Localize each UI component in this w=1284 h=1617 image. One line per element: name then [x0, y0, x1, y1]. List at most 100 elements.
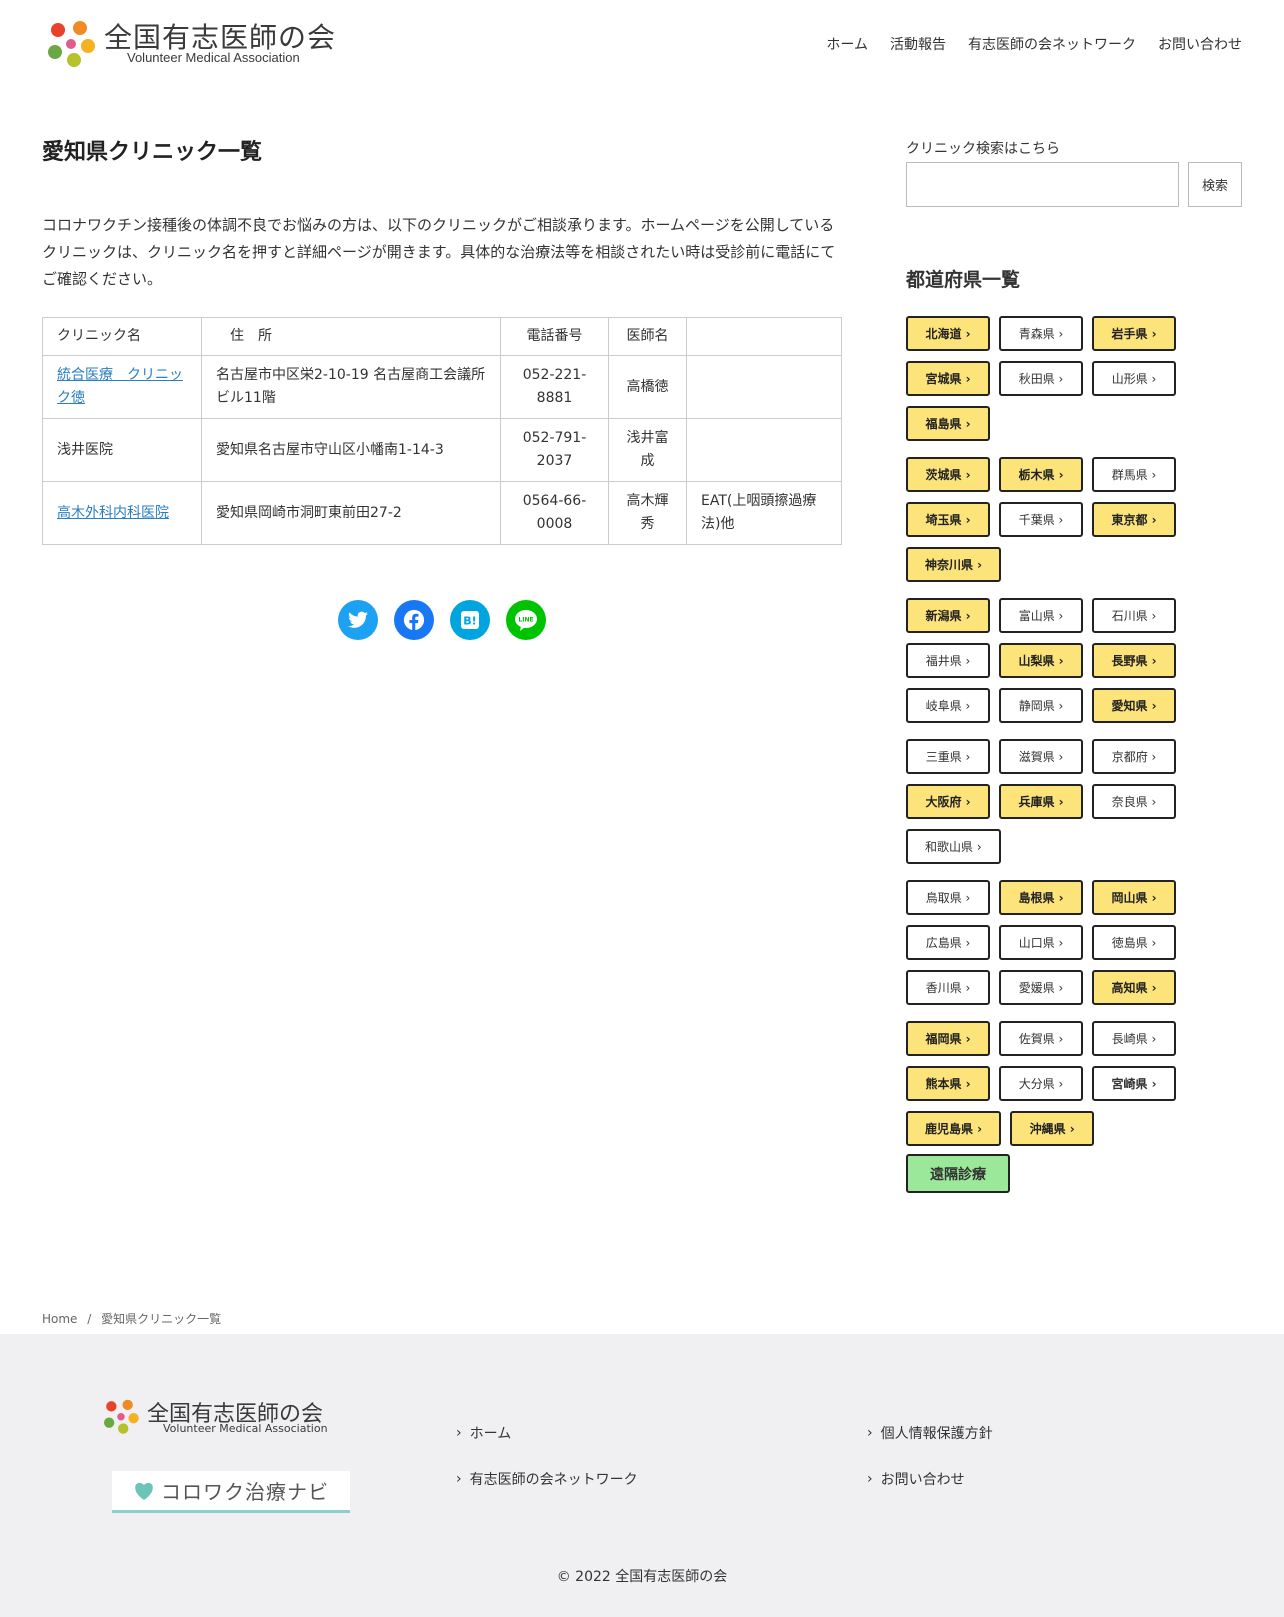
prefecture-button[interactable]: 新潟県 ›: [906, 598, 990, 633]
prefecture-button[interactable]: 愛知県 ›: [1092, 688, 1176, 723]
clinic-address-cell: 愛知県岡崎市洞町東前田27-2: [201, 481, 501, 545]
prefecture-button[interactable]: 岩手県 ›: [1092, 316, 1176, 351]
prefecture-button[interactable]: 熊本県 ›: [906, 1066, 990, 1101]
remote-consultation-button[interactable]: 遠隔診療: [906, 1154, 1010, 1193]
prefecture-button[interactable]: 宮城県 ›: [906, 361, 990, 396]
prefecture-button[interactable]: 北海道 ›: [906, 316, 990, 351]
prefecture-button[interactable]: 山梨県 ›: [999, 643, 1083, 678]
prefecture-button[interactable]: 和歌山県 ›: [906, 829, 1001, 864]
line-share-button[interactable]: LINE: [506, 600, 546, 640]
prefecture-button[interactable]: 青森県 ›: [999, 316, 1083, 351]
nav-item-home[interactable]: ホーム: [826, 34, 868, 54]
prefecture-button[interactable]: 山口県 ›: [999, 925, 1083, 960]
prefecture-button[interactable]: 山形県 ›: [1092, 361, 1176, 396]
nav-item-reports[interactable]: 活動報告: [890, 34, 946, 54]
prefecture-button[interactable]: 大阪府 ›: [906, 784, 990, 819]
prefecture-button[interactable]: 高知県 ›: [1092, 970, 1176, 1005]
twitter-share-button[interactable]: [338, 600, 378, 640]
prefecture-list: 北海道 › 青森県 › 岩手県 › 宮城県 › 秋田県 › 山形県 › 福島県 › 茨城県 ›…: [906, 316, 1242, 1193]
prefecture-button[interactable]: 静岡県 ›: [999, 688, 1083, 723]
prefecture-button[interactable]: 福島県 ›: [906, 406, 990, 441]
prefecture-button[interactable]: 大分県 ›: [999, 1066, 1083, 1101]
clinic-name-cell: 統合医療 クリニック徳: [42, 355, 202, 419]
prefecture-button[interactable]: 福井県 ›: [906, 643, 990, 678]
prefecture-button[interactable]: 香川県 ›: [906, 970, 990, 1005]
footer-link-network[interactable]: › 有志医師の会ネットワーク: [456, 1469, 638, 1489]
facebook-share-button[interactable]: [394, 600, 434, 640]
prefecture-button[interactable]: 宮崎県 ›: [1092, 1066, 1176, 1101]
prefecture-button[interactable]: 埼玉県 ›: [906, 502, 990, 537]
footer-logo[interactable]: 全国有志医師の会 Volunteer Medical Association: [101, 1396, 341, 1438]
footer-link-contact[interactable]: › お問い合わせ: [867, 1469, 965, 1489]
footer-link-home[interactable]: › ホーム: [456, 1423, 511, 1443]
breadcrumb-separator: /: [87, 1312, 92, 1326]
footer-link-label: 有志医師の会ネットワーク: [469, 1472, 638, 1488]
prefecture-button[interactable]: 滋賀県 ›: [999, 739, 1083, 774]
prefecture-button[interactable]: 茨城県 ›: [906, 457, 990, 492]
table-header-row: クリニック名 住 所 電話番号 医師名: [42, 317, 842, 356]
prefecture-button[interactable]: 京都府 ›: [1092, 739, 1176, 774]
chevron-right-icon: ›: [867, 1471, 873, 1487]
clinic-address-cell: 愛知県名古屋市守山区小幡南1-14-3: [201, 418, 501, 482]
svg-text:LINE: LINE: [518, 617, 533, 624]
footer-link-label: お問い合わせ: [880, 1472, 965, 1488]
prefecture-button[interactable]: 岐阜県 ›: [906, 688, 990, 723]
prefecture-button[interactable]: 神奈川県 ›: [906, 547, 1002, 582]
prefecture-group: 三重県 › 滋賀県 › 京都府 › 大阪府 › 兵庫県 › 奈良県 › 和歌山県 ›: [906, 739, 1186, 864]
prefecture-button[interactable]: 奈良県 ›: [1092, 784, 1176, 819]
prefecture-button[interactable]: 佐賀県 ›: [999, 1021, 1083, 1056]
prefecture-button[interactable]: 東京都 ›: [1092, 502, 1176, 537]
prefecture-button[interactable]: 長崎県 ›: [1092, 1021, 1176, 1056]
clinic-link[interactable]: 高木外科内科医院: [57, 505, 169, 521]
breadcrumb: Home / 愛知県クリニック一覧: [42, 1310, 227, 1327]
nav-item-network[interactable]: 有志医師の会ネットワーク: [968, 34, 1136, 54]
prefecture-button[interactable]: 群馬県 ›: [1092, 457, 1176, 492]
prefecture-button[interactable]: 沖縄県 ›: [1010, 1111, 1095, 1146]
hatena-share-button[interactable]: B!: [450, 600, 490, 640]
prefecture-button[interactable]: 徳島県 ›: [1092, 925, 1176, 960]
search-input[interactable]: [906, 162, 1179, 207]
prefecture-button[interactable]: 栃木県 ›: [999, 457, 1083, 492]
prefecture-button[interactable]: 富山県 ›: [999, 598, 1083, 633]
copyright: © 2022 全国有志医師の会: [556, 1569, 728, 1585]
prefecture-button[interactable]: 長野県 ›: [1092, 643, 1176, 678]
clinic-doctor-cell: 高橋徳: [608, 355, 687, 419]
facebook-icon: [403, 609, 425, 631]
prefecture-button[interactable]: 鹿児島県 ›: [906, 1111, 1002, 1146]
search-button[interactable]: 検索: [1188, 162, 1242, 207]
intro-text: コロナワクチン接種後の体調不良でお悩みの方は、以下のクリニックがご相談承ります。…: [42, 216, 836, 288]
logo-mark-icon: [48, 21, 95, 67]
prefecture-button[interactable]: 福岡県 ›: [906, 1021, 990, 1056]
table-row: 統合医療 クリニック徳 名古屋市中区栄2-10-19 名古屋商工会議所ビル11階 0…: [42, 355, 842, 419]
sidebar: クリニック検索はこちら 検索 都道府県一覧 北海道 › 青森県 › 岩手県 › 宮城県…: [906, 138, 1242, 1209]
logo-text-en: Volunteer Medical Association: [127, 50, 300, 65]
prefecture-button[interactable]: 千葉県 ›: [999, 502, 1083, 537]
table-row: 浅井医院 愛知県名古屋市守山区小幡南1-14-3 052-791-2037 浅井富成: [42, 418, 842, 482]
corowaku-navi-banner[interactable]: コロワク治療ナビ: [112, 1471, 350, 1513]
clinic-note-cell: EAT(上咽頭擦過療法)他: [686, 481, 842, 545]
prefecture-button[interactable]: 鳥取県 ›: [906, 880, 990, 915]
prefecture-button[interactable]: 三重県 ›: [906, 739, 990, 774]
nav-item-contact[interactable]: お問い合わせ: [1158, 34, 1242, 54]
prefecture-button[interactable]: 愛媛県 ›: [999, 970, 1083, 1005]
prefecture-button[interactable]: 岡山県 ›: [1092, 880, 1176, 915]
footer-link-privacy[interactable]: › 個人情報保護方針: [867, 1423, 993, 1443]
col-header-note: [686, 317, 842, 356]
footer-link-label: ホーム: [469, 1426, 512, 1442]
col-header-name: クリニック名: [42, 317, 202, 356]
prefecture-button[interactable]: 石川県 ›: [1092, 598, 1176, 633]
prefecture-group: 北海道 › 青森県 › 岩手県 › 宮城県 › 秋田県 › 山形県 › 福島県 ›: [906, 316, 1186, 441]
prefecture-button[interactable]: 秋田県 ›: [999, 361, 1083, 396]
clinic-link[interactable]: 統合医療 クリニック徳: [57, 367, 183, 406]
site-logo[interactable]: 全国有志医師の会 Volunteer Medical Association: [44, 16, 364, 72]
site-footer: 全国有志医師の会 Volunteer Medical Association コ…: [0, 1334, 1284, 1617]
prefecture-button[interactable]: 広島県 ›: [906, 925, 990, 960]
main-content: 愛知県クリニック一覧 コロナワクチン接種後の体調不良でお悩みの方は、以下のクリニ…: [42, 130, 842, 640]
breadcrumb-current: 愛知県クリニック一覧: [101, 1312, 222, 1326]
prefecture-group: 茨城県 › 栃木県 › 群馬県 › 埼玉県 › 千葉県 › 東京都 › 神奈川県 ›: [906, 457, 1186, 582]
clinic-phone-cell: 052-221-8881: [500, 355, 609, 419]
breadcrumb-home[interactable]: Home: [42, 1312, 77, 1326]
prefecture-list-title: 都道府県一覧: [906, 269, 1021, 291]
prefecture-button[interactable]: 島根県 ›: [999, 880, 1083, 915]
prefecture-button[interactable]: 兵庫県 ›: [999, 784, 1083, 819]
